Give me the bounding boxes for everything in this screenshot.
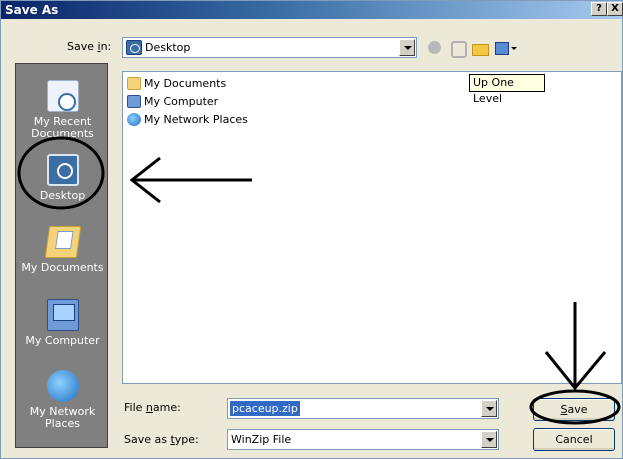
save-as-type-value: WinZip File — [231, 433, 292, 446]
cancel-button[interactable]: Cancel — [533, 428, 615, 451]
save-as-dialog: Save As ? X Save in: Desktop My Recent Do… — [0, 0, 623, 459]
places-item-my-documents[interactable]: My Documents — [16, 226, 109, 274]
network-icon — [127, 113, 141, 126]
my-documents-icon — [44, 226, 81, 258]
file-name-value[interactable]: pcaceup.zip — [230, 401, 300, 416]
chevron-down-icon[interactable] — [399, 39, 415, 56]
list-item-label: My Computer — [144, 95, 219, 108]
places-item-label: My Documents — [21, 261, 104, 274]
folder-icon — [127, 77, 141, 90]
file-name-field[interactable]: pcaceup.zip — [227, 398, 499, 419]
list-item[interactable]: My Computer — [125, 94, 218, 110]
places-item-desktop[interactable]: Desktop — [16, 154, 109, 202]
file-name-label: File name: — [124, 401, 181, 414]
help-button[interactable]: ? — [591, 2, 607, 16]
save-in-label: Save in: — [67, 40, 112, 53]
list-item[interactable]: My Documents — [125, 76, 226, 92]
save-in-value: Desktop — [145, 41, 191, 54]
up-one-level-icon[interactable] — [448, 39, 467, 58]
recent-documents-icon — [46, 80, 79, 112]
places-item-label: My Network Places — [29, 405, 96, 430]
places-item-label: Desktop — [39, 189, 86, 202]
places-item-my-computer[interactable]: My Computer — [16, 299, 109, 347]
chevron-down-icon[interactable] — [481, 431, 497, 448]
places-bar: My Recent Documents Desktop My Documents … — [15, 63, 108, 448]
list-item-label: My Documents — [144, 77, 227, 90]
views-menu-icon[interactable] — [494, 39, 518, 57]
back-icon[interactable] — [426, 39, 444, 57]
list-item-label: My Network Places — [144, 113, 248, 126]
places-item-label: My Recent Documents — [31, 115, 94, 140]
list-item[interactable]: My Network Places — [125, 112, 248, 128]
title-bar[interactable]: Save As ? X — [1, 1, 623, 19]
tooltip: Up One Level — [469, 74, 545, 105]
file-list[interactable]: My Documents My Computer My Network Plac… — [122, 71, 622, 384]
desktop-icon — [126, 40, 142, 55]
save-as-type-dropdown[interactable]: WinZip File — [227, 429, 499, 450]
save-button[interactable]: Save — [533, 398, 615, 421]
save-in-dropdown[interactable]: Desktop — [122, 37, 417, 58]
network-places-icon — [46, 370, 79, 402]
window-title: Save As — [5, 3, 59, 17]
computer-icon — [127, 95, 141, 108]
my-computer-icon — [46, 299, 79, 331]
save-as-type-label: Save as type: — [124, 433, 199, 446]
chevron-down-icon[interactable] — [481, 400, 497, 417]
close-button[interactable]: X — [607, 2, 623, 16]
desktop-icon — [46, 154, 79, 186]
new-folder-icon[interactable] — [471, 39, 489, 57]
places-item-recent[interactable]: My Recent Documents — [16, 80, 109, 140]
places-item-network[interactable]: My Network Places — [16, 370, 109, 430]
places-item-label: My Computer — [25, 334, 100, 347]
